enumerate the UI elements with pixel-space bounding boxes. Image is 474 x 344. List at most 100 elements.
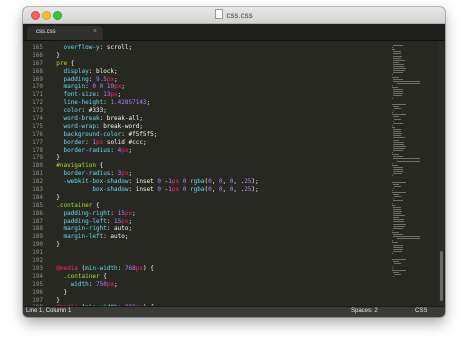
line-number: 183	[32, 186, 43, 194]
minimap-line	[394, 185, 401, 187]
minimap-line	[392, 259, 406, 261]
code-line[interactable]: 170 margin: 0 0 10px;	[23, 83, 388, 91]
code-editor[interactable]: 165 overflow-y: scroll; 166 } 167 pre {168…	[23, 41, 445, 317]
line-number: 171	[32, 91, 43, 99]
line-number: 197	[32, 296, 43, 304]
minimap-line	[393, 143, 404, 145]
code-token: {	[95, 162, 104, 170]
line-number: 180	[32, 162, 43, 170]
minimap-line	[393, 150, 403, 151]
code-token: 15	[117, 209, 125, 217]
minimap-line	[393, 166, 403, 168]
code-line[interactable]: 177 border: 1px solid #ccc;	[23, 139, 388, 147]
code-line[interactable]: 172 line-height: 1.42857143;	[23, 99, 388, 107]
code-line[interactable]: 165 overflow-y: scroll;	[23, 44, 388, 52]
code-line[interactable]: 169 padding: 9.5px;	[23, 76, 388, 84]
minimap-line	[393, 250, 402, 252]
minimap[interactable]	[389, 41, 437, 307]
code-token: : #f5f5f5;	[121, 130, 158, 138]
close-tab-icon[interactable]: ×	[93, 28, 97, 36]
minimap-line	[392, 124, 393, 126]
line-number: 174	[32, 115, 43, 123]
minimap-line	[393, 116, 399, 118]
line-number: 184	[32, 193, 43, 201]
minimap-line	[393, 80, 420, 82]
minimap-line	[392, 231, 399, 233]
minimap-line	[393, 53, 401, 55]
code-line[interactable]: 183 box-shadow: inset 0 -1px 0 rgba(0, 0…	[23, 186, 388, 194]
code-token: px	[121, 217, 129, 225]
code-line[interactable]: 167 pre {	[23, 60, 388, 68]
code-line[interactable]: 180 #navigation {	[23, 162, 388, 170]
code-line[interactable]: 191	[23, 249, 388, 257]
code-line[interactable]: 173 color: #333;	[23, 107, 388, 115]
minimap-line	[393, 45, 403, 46]
code-line[interactable]: 195 width: 750px;	[23, 281, 388, 289]
minimap-line	[393, 72, 403, 74]
minimap-line	[393, 173, 402, 175]
code-token: padding-right	[63, 209, 111, 217]
code-line[interactable]: 166 }	[23, 52, 388, 60]
code-area[interactable]: 165 overflow-y: scroll; 166 } 167 pre {168…	[23, 44, 388, 317]
code-line[interactable]: 192	[23, 257, 388, 265]
code-line[interactable]: 174 word-break: break-all;	[23, 115, 388, 123]
code-line[interactable]: 168 display: block;	[23, 68, 388, 76]
code-line[interactable]: 187 padding-left: 15px;	[23, 218, 388, 226]
code-line[interactable]: 176 background-color: #f5f5f5;	[23, 131, 388, 139]
code-line[interactable]: 184 }	[23, 194, 388, 202]
indentation-setting[interactable]: Spaces: 2	[351, 308, 378, 314]
code-line[interactable]: 196 }	[23, 289, 388, 297]
code-line[interactable]: 178 border-radius: 4px;	[23, 147, 388, 155]
code-line[interactable]: 175 word-wrap: break-word;	[23, 123, 388, 131]
minimap-line	[393, 137, 405, 139]
code-line[interactable]: 181 border-radius: 3px;	[23, 170, 388, 178]
code-line[interactable]: 188 margin-right: auto;	[23, 225, 388, 233]
line-number: 196	[32, 288, 43, 296]
code-token: : break-all;	[99, 115, 143, 123]
minimap-line	[393, 51, 401, 53]
minimap-line	[393, 271, 399, 273]
code-line[interactable]: 185 .container {	[23, 202, 388, 210]
code-token: overflow-y	[63, 44, 100, 51]
tab-css-file[interactable]: css.css ×	[27, 26, 103, 40]
code-line[interactable]: 182 -webkit-box-shadow: inset 0 -1px 0 r…	[23, 178, 388, 186]
line-number: 181	[32, 170, 43, 178]
code-token: -webkit-box-shadow	[63, 178, 129, 186]
minimap-line	[393, 89, 403, 91]
code-line[interactable]: 189 margin-left: auto;	[23, 233, 388, 241]
code-line[interactable]: 179 }	[23, 154, 388, 162]
minimap-line	[392, 240, 393, 242]
cursor-position[interactable]: Line 1, Column 1	[26, 308, 71, 314]
minimap-line	[393, 156, 403, 158]
minimap-line	[393, 208, 401, 210]
tab-label: css.css	[36, 29, 56, 35]
line-number: 166	[32, 51, 43, 59]
minimap-line	[393, 141, 404, 143]
line-number: 172	[32, 99, 43, 107]
code-line[interactable]: 171 font-size: 13px;	[23, 91, 388, 99]
line-number: 192	[32, 257, 43, 265]
code-token: }	[49, 154, 60, 162]
line-number: 176	[32, 130, 43, 138]
code-token: ) {	[142, 264, 154, 272]
code-line[interactable]: 193 @media (min-width: 768px) {	[23, 265, 388, 273]
minimap-line	[393, 68, 406, 70]
code-line[interactable]: 190 }	[23, 241, 388, 249]
title-bar: css.css	[23, 7, 445, 24]
code-line[interactable]: 197 }	[23, 297, 388, 305]
code-line[interactable]: 186 padding-right: 15px;	[23, 210, 388, 218]
minimap-line	[392, 204, 395, 206]
syntax-mode[interactable]: CSS	[415, 308, 427, 314]
minimap-line	[394, 108, 401, 109]
code-token: {	[92, 201, 100, 209]
code-token: :	[117, 264, 125, 272]
minimap-line	[394, 263, 401, 265]
scrollbar-thumb[interactable]	[440, 251, 443, 301]
code-line[interactable]: 194 .container {	[23, 273, 388, 281]
